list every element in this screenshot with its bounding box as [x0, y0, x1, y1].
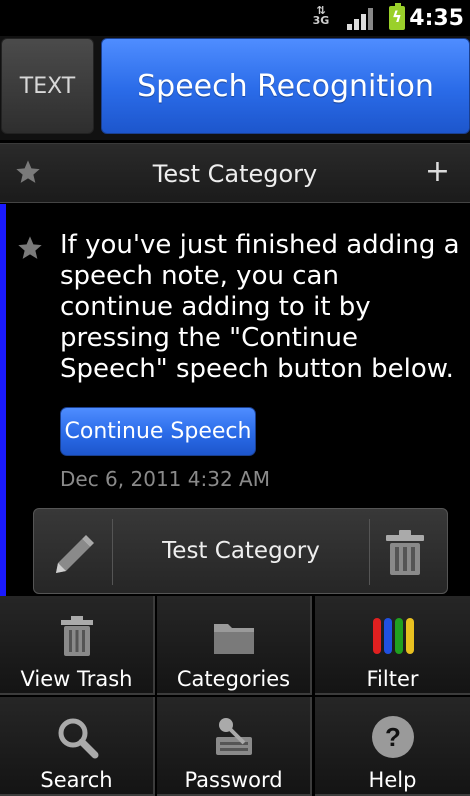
signal-icon [347, 8, 373, 30]
menu-item-search[interactable]: Search [0, 697, 155, 796]
continue-speech-button[interactable]: Continue Speech [60, 407, 256, 456]
menu-item-password[interactable]: Password [157, 697, 312, 796]
add-icon[interactable]: + [425, 154, 450, 189]
magnifier-icon [58, 718, 98, 759]
divider [112, 519, 113, 585]
color-bars-icon [372, 618, 414, 654]
note-accent-bar [0, 204, 6, 596]
star-icon[interactable] [16, 234, 44, 262]
menu-label: Help [368, 768, 417, 792]
menu-item-categories[interactable]: Categories [157, 596, 312, 695]
network-type-label: 3G [312, 14, 330, 27]
note-text[interactable]: If you've just finished adding a speech … [60, 230, 460, 385]
category-bar: Test Category + [0, 143, 470, 203]
category-title[interactable]: Test Category [0, 160, 470, 188]
menu-label: View Trash [20, 667, 133, 691]
folder-icon [213, 624, 254, 654]
text-mode-button[interactable]: TEXT [1, 38, 94, 134]
pencil-icon[interactable] [50, 527, 100, 577]
menu-item-filter[interactable]: Filter [315, 596, 470, 695]
options-menu: View Trash Categories Filter Search Pass… [0, 596, 470, 796]
trash-icon[interactable] [384, 527, 426, 577]
network-3g-icon: ⇅ 3G [312, 4, 330, 27]
menu-item-view-trash[interactable]: View Trash [0, 596, 155, 695]
divider [369, 519, 370, 585]
note-date: Dec 6, 2011 4:32 AM [60, 467, 270, 491]
menu-label: Filter [366, 667, 419, 691]
key-lock-icon [215, 718, 252, 755]
clock: 4:35 [409, 6, 464, 31]
note-action-bar: Test Category [33, 508, 448, 594]
menu-label: Password [184, 768, 283, 792]
trash-icon [60, 616, 93, 656]
charging-icon: ϟ [392, 8, 402, 26]
help-icon: ? [371, 716, 414, 758]
status-bar: ⇅ 3G ϟ 4:35 [0, 0, 470, 36]
svg-text:?: ? [385, 722, 401, 752]
speech-recognition-button[interactable]: Speech Recognition [101, 38, 470, 134]
menu-label: Search [40, 768, 113, 792]
note-category-label[interactable]: Test Category [114, 538, 368, 564]
menu-label: Categories [176, 667, 291, 691]
menu-item-help[interactable]: ? Help [315, 697, 470, 796]
